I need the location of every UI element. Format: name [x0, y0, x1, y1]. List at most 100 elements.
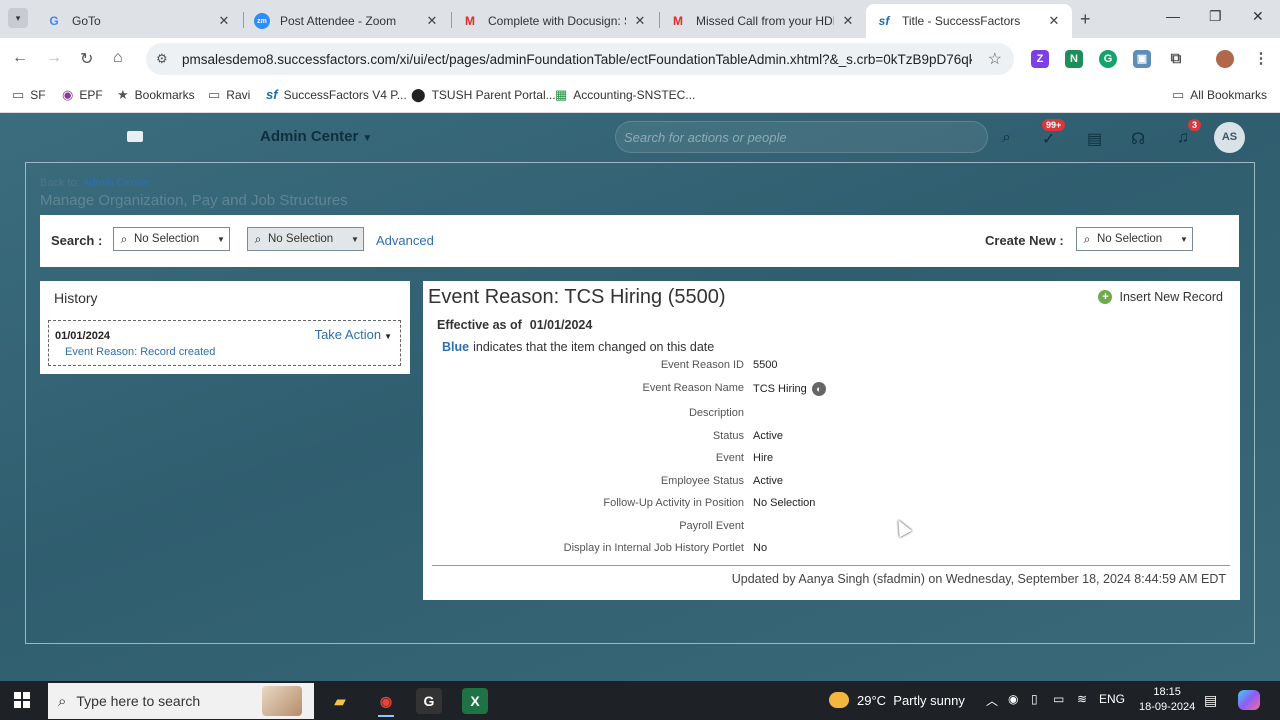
globe-translate-icon[interactable]: ◐ [811, 382, 826, 396]
grammarly-icon[interactable]: G [1099, 50, 1117, 68]
global-search-input[interactable]: Search for actions or people [615, 121, 988, 153]
chrome-icon[interactable]: ◉ [370, 685, 402, 717]
module-picker[interactable]: Admin Center ▼ [260, 128, 372, 145]
close-icon[interactable]: ✕ [840, 13, 856, 29]
breadcrumb: Back to: Admin Center [40, 177, 149, 189]
search-record-select[interactable]: ⌕ No Selection ▼ [247, 227, 364, 251]
create-new-select[interactable]: ⌕ No Selection ▼ [1076, 227, 1193, 251]
wifi-icon[interactable]: ≋ [1077, 692, 1087, 706]
close-window-icon[interactable]: ✕ [1252, 8, 1264, 25]
file-explorer-icon[interactable]: ▰ [324, 685, 356, 717]
windows-taskbar: ⌕ Type here to search ▰ ◉ G X 29°C Partl… [0, 681, 1280, 720]
tab-zoom[interactable]: zm Post Attendee - Zoom ✕ [244, 4, 450, 38]
system-clock[interactable]: 18:15 18-09-2024 [1139, 685, 1195, 715]
new-tab-button[interactable]: + [1080, 9, 1091, 30]
notification-center-icon[interactable]: ▤ [1204, 692, 1217, 709]
take-action-button[interactable]: Take Action ▼ [315, 327, 392, 342]
back-icon[interactable]: ← [12, 49, 28, 67]
home-icon[interactable]: ⌂ [113, 49, 123, 67]
user-avatar[interactable]: AS [1214, 122, 1245, 153]
copilot-icon[interactable] [1238, 690, 1260, 710]
taskbar-search-input[interactable]: ⌕ Type here to search [48, 683, 314, 719]
chevron-down-icon: ▼ [217, 234, 225, 244]
notification-bell-icon[interactable]: ♫ [1177, 129, 1189, 147]
close-icon[interactable]: ✕ [1046, 13, 1062, 29]
gmail-icon: M [673, 14, 683, 28]
battery-icon[interactable]: ▭ [1053, 692, 1064, 706]
reports-icon[interactable]: ▤ [1087, 129, 1102, 149]
chevron-down-icon: ▼ [384, 332, 392, 341]
extensions-puzzle-icon[interactable]: ⧉ [1167, 50, 1185, 68]
url-text[interactable]: pmsalesdemo8.successfactors.com/xi/ui/ec… [182, 52, 972, 67]
device-icon[interactable]: ▯ [1031, 692, 1038, 706]
todo-icon[interactable]: ✓ [1042, 129, 1055, 149]
history-entry-link[interactable]: Event Reason: Record created [65, 346, 215, 358]
bookmark-accounting[interactable]: ▦ Accounting-SNSTEC... [555, 87, 695, 103]
bookmark-sf[interactable]: ▭ SF [12, 87, 46, 103]
folder-icon: ▭ [12, 87, 25, 102]
field-label: Event Reason Name [642, 382, 745, 394]
support-headset-icon[interactable]: ☊ [1131, 129, 1145, 149]
gmail-icon: M [465, 14, 475, 28]
company-logo[interactable] [127, 131, 143, 142]
extension-icon[interactable]: ▣ [1133, 50, 1151, 68]
site-info-icon[interactable]: ⚙ [156, 51, 176, 67]
zoom-icon: zm [254, 13, 270, 29]
tab-successfactors[interactable]: sf Title - SuccessFactors ✕ [866, 4, 1072, 38]
sf-icon: sf [266, 87, 278, 102]
sf-icon: sf [878, 14, 890, 28]
windows-start-icon[interactable] [14, 692, 30, 708]
bookmark-ravi[interactable]: ▭ Ravi [208, 87, 250, 103]
extension-icon[interactable]: N [1065, 50, 1083, 68]
bookmark-tsush[interactable]: ⬤ TSUSH Parent Portal... [411, 87, 556, 103]
back-to-admin-center-link[interactable]: Admin Center [82, 177, 149, 189]
tab-hdfc[interactable]: M Missed Call from your HDFC ✕ [660, 4, 866, 38]
chrome-menu-icon[interactable]: ⋮ [1252, 50, 1270, 68]
language-indicator[interactable]: ENG [1099, 692, 1125, 706]
clock-time: 18:15 [1153, 686, 1181, 698]
field-label: Display in Internal Job History Portlet [563, 542, 744, 554]
excel-icon[interactable]: X [462, 688, 488, 714]
search-object-select[interactable]: ⌕ No Selection ▼ [113, 227, 230, 251]
weather-widget[interactable]: 29°C Partly sunny [829, 692, 965, 708]
bookmark-star-icon[interactable]: ☆ [988, 49, 1002, 69]
search-icon: ⌕ [254, 231, 262, 246]
history-entry[interactable]: 01/01/2024 Take Action ▼ Event Reason: Re… [48, 320, 401, 366]
advanced-search-link[interactable]: Advanced [376, 233, 434, 248]
forward-icon[interactable]: → [46, 49, 62, 67]
field-value: No Selection [753, 497, 816, 509]
tab-docusign[interactable]: M Complete with Docusign: Se ✕ [452, 4, 658, 38]
create-new-label: Create New : [985, 233, 1064, 248]
last-updated-text: Updated by Aanya Singh (sfadmin) on Wedn… [731, 572, 1226, 586]
address-bar[interactable]: ⚙ pmsalesdemo8.successfactors.com/xi/ui/… [146, 43, 1014, 75]
field-row-description: Description [423, 407, 1240, 425]
reload-icon[interactable]: ↻ [80, 49, 93, 69]
close-icon[interactable]: ✕ [424, 13, 440, 29]
field-label: Event [715, 452, 744, 464]
tab-search-menu-button[interactable]: ▾ [8, 8, 28, 28]
close-icon[interactable]: ✕ [632, 13, 648, 29]
bookmark-epf[interactable]: ◉ EPF [62, 87, 103, 103]
bookmark-label: Ravi [226, 88, 251, 102]
google-icon: G [49, 14, 59, 28]
field-label: Follow-Up Activity in Position [603, 497, 744, 509]
chevron-down-icon: ▼ [362, 133, 373, 144]
tsush-icon: ⬤ [411, 87, 426, 102]
module-label: Admin Center [260, 128, 359, 145]
browser-tab-strip: ▾ G GoTo ✕ zm Post Attendee - Zoom ✕ M C… [0, 0, 1280, 38]
close-icon[interactable]: ✕ [216, 13, 232, 29]
minimize-icon[interactable]: — [1166, 8, 1180, 24]
record-icon[interactable]: ◉ [1008, 692, 1018, 706]
restore-icon[interactable]: ❐ [1209, 8, 1222, 25]
bookmark-sfv4[interactable]: sf SuccessFactors V4 P... [266, 87, 407, 102]
star-icon: ★ [117, 87, 129, 102]
bookmark-bookmarks[interactable]: ★ Bookmarks [117, 87, 195, 103]
tab-goto[interactable]: G GoTo ✕ [36, 4, 242, 38]
all-bookmarks[interactable]: ▭ All Bookmarks [1172, 87, 1267, 103]
chevron-up-icon[interactable]: ︿ [986, 692, 998, 709]
goto-app-icon[interactable]: G [416, 688, 442, 714]
profile-avatar[interactable] [1216, 50, 1234, 68]
insert-new-record-button[interactable]: + Insert New Record [1098, 290, 1223, 304]
extension-icon[interactable]: Z [1031, 50, 1049, 68]
search-icon[interactable]: ⌕ [1002, 129, 1011, 147]
